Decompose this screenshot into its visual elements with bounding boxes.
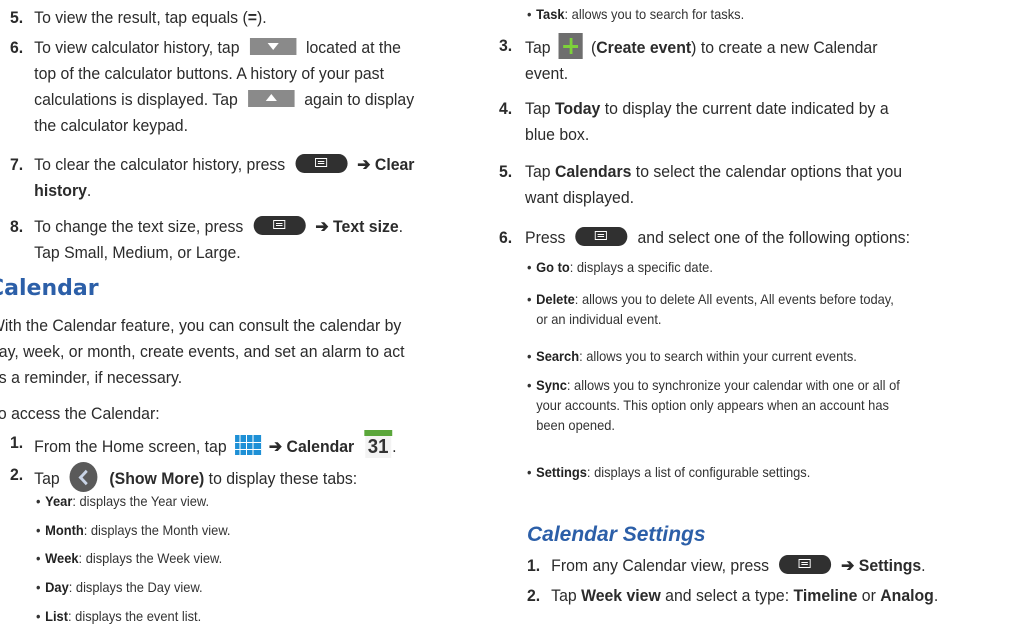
step-number: 5. bbox=[10, 8, 24, 27]
calendar-step-5: 5. Tap Calendars to select the calendar … bbox=[499, 162, 903, 207]
apps-grid-icon bbox=[234, 435, 261, 455]
menu-key-icon bbox=[575, 227, 628, 246]
calendar-step-3: 3. Tap (Create event) to create a new Ca… bbox=[499, 33, 981, 87]
settings-step-1: 1. From any Calendar view, press ➔ Setti… bbox=[527, 555, 926, 575]
option-sync-bullet: • Sync: allows you to synchronize your ca… bbox=[527, 377, 900, 433]
step-8: 8. To change the text size, press ➔ Text… bbox=[10, 216, 404, 262]
step-6: 6. To view calculator history, tap locat… bbox=[10, 38, 415, 135]
access-calendar-text: To access the Calendar: bbox=[0, 404, 160, 423]
option-search-bullet: • Search: allows you to search within you… bbox=[527, 348, 857, 364]
history-down-button-icon bbox=[249, 38, 296, 55]
step-7: 7. To clear the calculator history, pres… bbox=[10, 154, 415, 200]
tab-year-bullet: • Year: displays the Year view. bbox=[36, 493, 210, 509]
tab-month-bullet: • Month: displays the Month view. bbox=[36, 522, 231, 538]
option-task-bullet: • Task: allows you to search for tasks. bbox=[527, 6, 745, 22]
section-heading-calendar: Calendar bbox=[0, 276, 99, 301]
step-5: 5. To view the result, tap equals (=). bbox=[10, 5, 447, 31]
history-up-button-icon bbox=[247, 90, 295, 107]
calendar-step-6: 6. Press and select one of the following… bbox=[499, 227, 910, 247]
option-settings-bullet: • Settings: displays a list of configurab… bbox=[527, 464, 811, 480]
tab-week-bullet: • Week: displays the Week view. bbox=[36, 550, 223, 566]
menu-key-icon bbox=[295, 154, 348, 173]
show-more-icon bbox=[69, 462, 98, 492]
calendar-step-1: 1. From the Home screen, tap ➔ Calendar … bbox=[10, 430, 447, 460]
option-goto-bullet: • Go to: displays a specific date. bbox=[527, 259, 713, 275]
menu-key-icon bbox=[779, 555, 832, 574]
menu-key-icon bbox=[253, 216, 306, 235]
tab-day-bullet: • Day: displays the Day view. bbox=[36, 579, 203, 595]
option-delete-bullet: • Delete: allows you to delete All events… bbox=[527, 291, 894, 327]
calendar-app-icon: 31 bbox=[364, 430, 393, 458]
create-event-icon bbox=[558, 33, 583, 59]
tab-list-bullet: • List: displays the event list. bbox=[36, 608, 202, 624]
section-heading-calendar-settings: Calendar Settings bbox=[527, 523, 706, 546]
calendar-step-4: 4. Tap Today to display the current date… bbox=[499, 99, 889, 144]
calendar-step-2: 2. Tap (Show More) to display these tabs… bbox=[10, 462, 447, 492]
settings-step-2: 2. Tap Week view and select a type: Time… bbox=[527, 586, 939, 605]
calendar-intro: With the Calendar feature, you can consu… bbox=[0, 316, 405, 387]
